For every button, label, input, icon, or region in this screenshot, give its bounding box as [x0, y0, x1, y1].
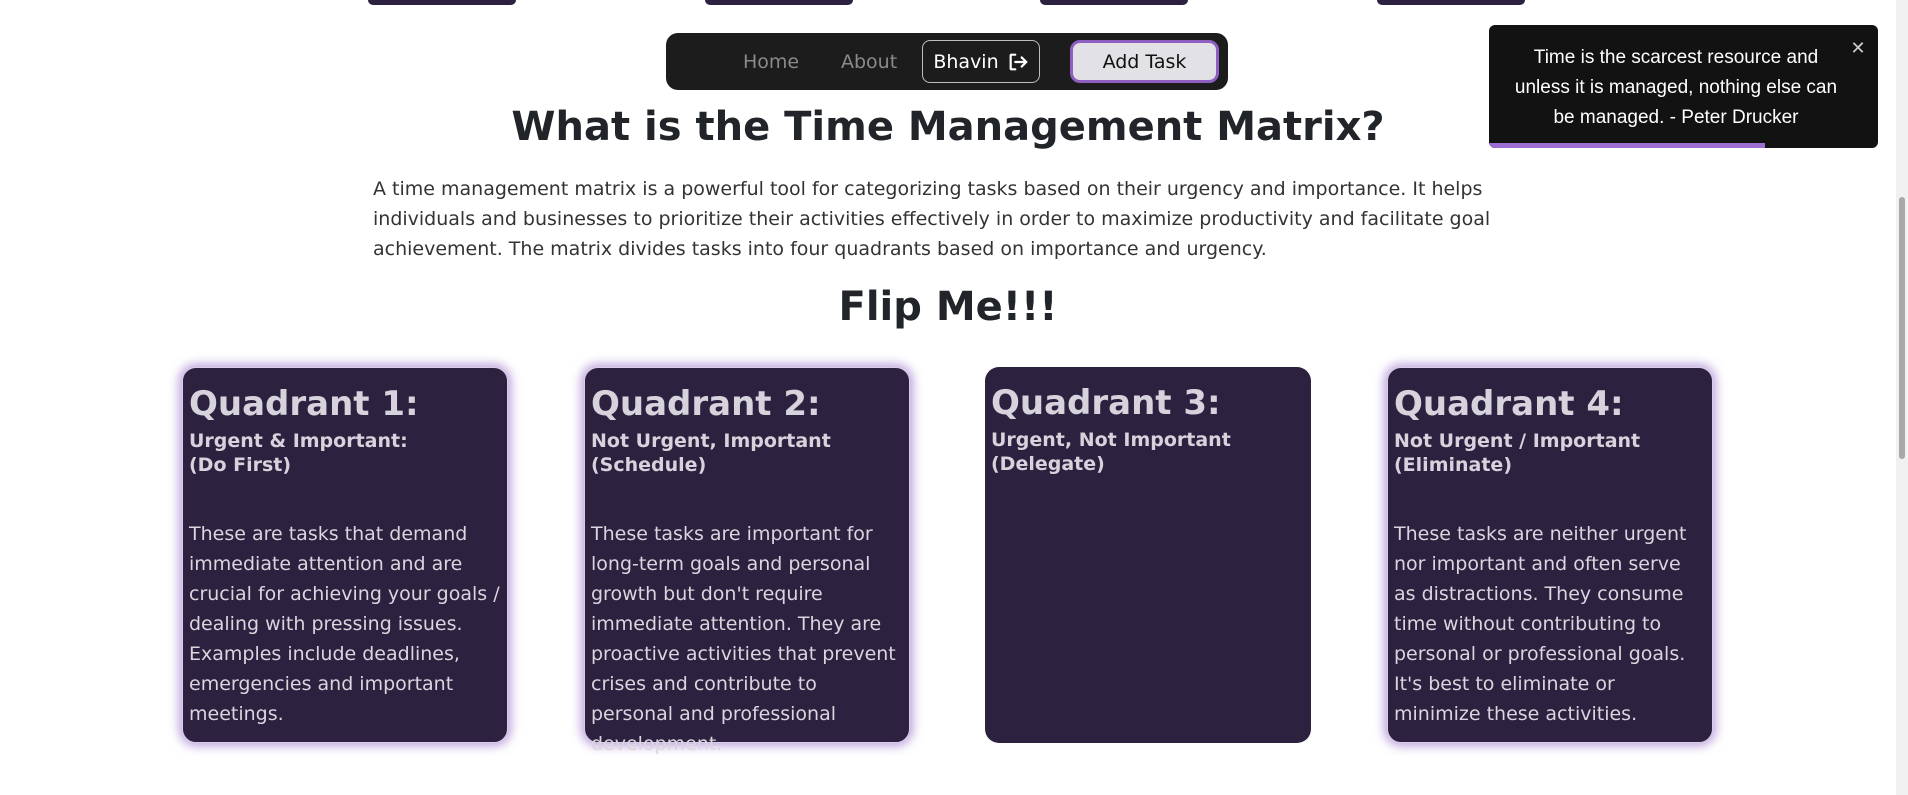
quadrant-subtitle: Urgent & Important: (Do First): [189, 430, 408, 476]
logout-button[interactable]: Bhavin: [922, 40, 1040, 83]
close-icon[interactable]: ✕: [1848, 39, 1868, 59]
quadrant-card-4[interactable]: Quadrant 4: Not Urgent / Important (Elim…: [1387, 367, 1713, 743]
toast-progress-bar: [1489, 143, 1766, 148]
quadrant-card-1[interactable]: Quadrant 1: Urgent & Important: (Do Firs…: [182, 367, 508, 743]
logout-icon: [1009, 53, 1027, 70]
quadrant-description: These are tasks that demand immediate at…: [189, 523, 500, 725]
toast-message: Time is the scarcest resource and unless…: [1514, 47, 1838, 128]
quadrant-subtitle: Not Urgent / Important (Eliminate): [1394, 430, 1641, 476]
scrollbar-thumb[interactable]: [1899, 197, 1905, 459]
quadrant-card-3[interactable]: Quadrant 3: Urgent, Not Important (Deleg…: [985, 367, 1311, 743]
quadrant-subtitle: Not Urgent, Important (Schedule): [591, 430, 831, 476]
quadrant-title: Quadrant 4:: [1394, 384, 1624, 424]
quote-toast: Time is the scarcest resource and unless…: [1489, 25, 1878, 148]
quadrant-title: Quadrant 2:: [591, 384, 821, 424]
nav-link-home[interactable]: Home: [743, 51, 799, 73]
card-bottom-edge: [368, 0, 516, 5]
navbar: Home About Bhavin Add Task: [666, 33, 1228, 90]
page-scrollbar[interactable]: [1896, 0, 1908, 795]
quadrant-description: These tasks are important for long-term …: [591, 523, 896, 755]
intro-paragraph: A time management matrix is a powerful t…: [373, 178, 1491, 260]
quadrant-description: These tasks are neither urgent nor impor…: [1394, 523, 1687, 725]
card-bottom-edge: [705, 0, 853, 5]
add-task-button[interactable]: Add Task: [1070, 40, 1219, 83]
user-name: Bhavin: [933, 50, 999, 73]
nav-link-about[interactable]: About: [841, 51, 897, 73]
quadrant-title: Quadrant 3:: [991, 383, 1221, 423]
card-bottom-edge: [1040, 0, 1188, 5]
card-bottom-edge: [1377, 0, 1525, 5]
quadrant-title: Quadrant 1:: [189, 384, 419, 424]
quadrant-card-2[interactable]: Quadrant 2: Not Urgent, Important (Sched…: [584, 367, 910, 755]
quadrant-subtitle: Urgent, Not Important (Delegate): [991, 429, 1231, 475]
flip-heading: Flip Me!!!: [838, 284, 1058, 330]
